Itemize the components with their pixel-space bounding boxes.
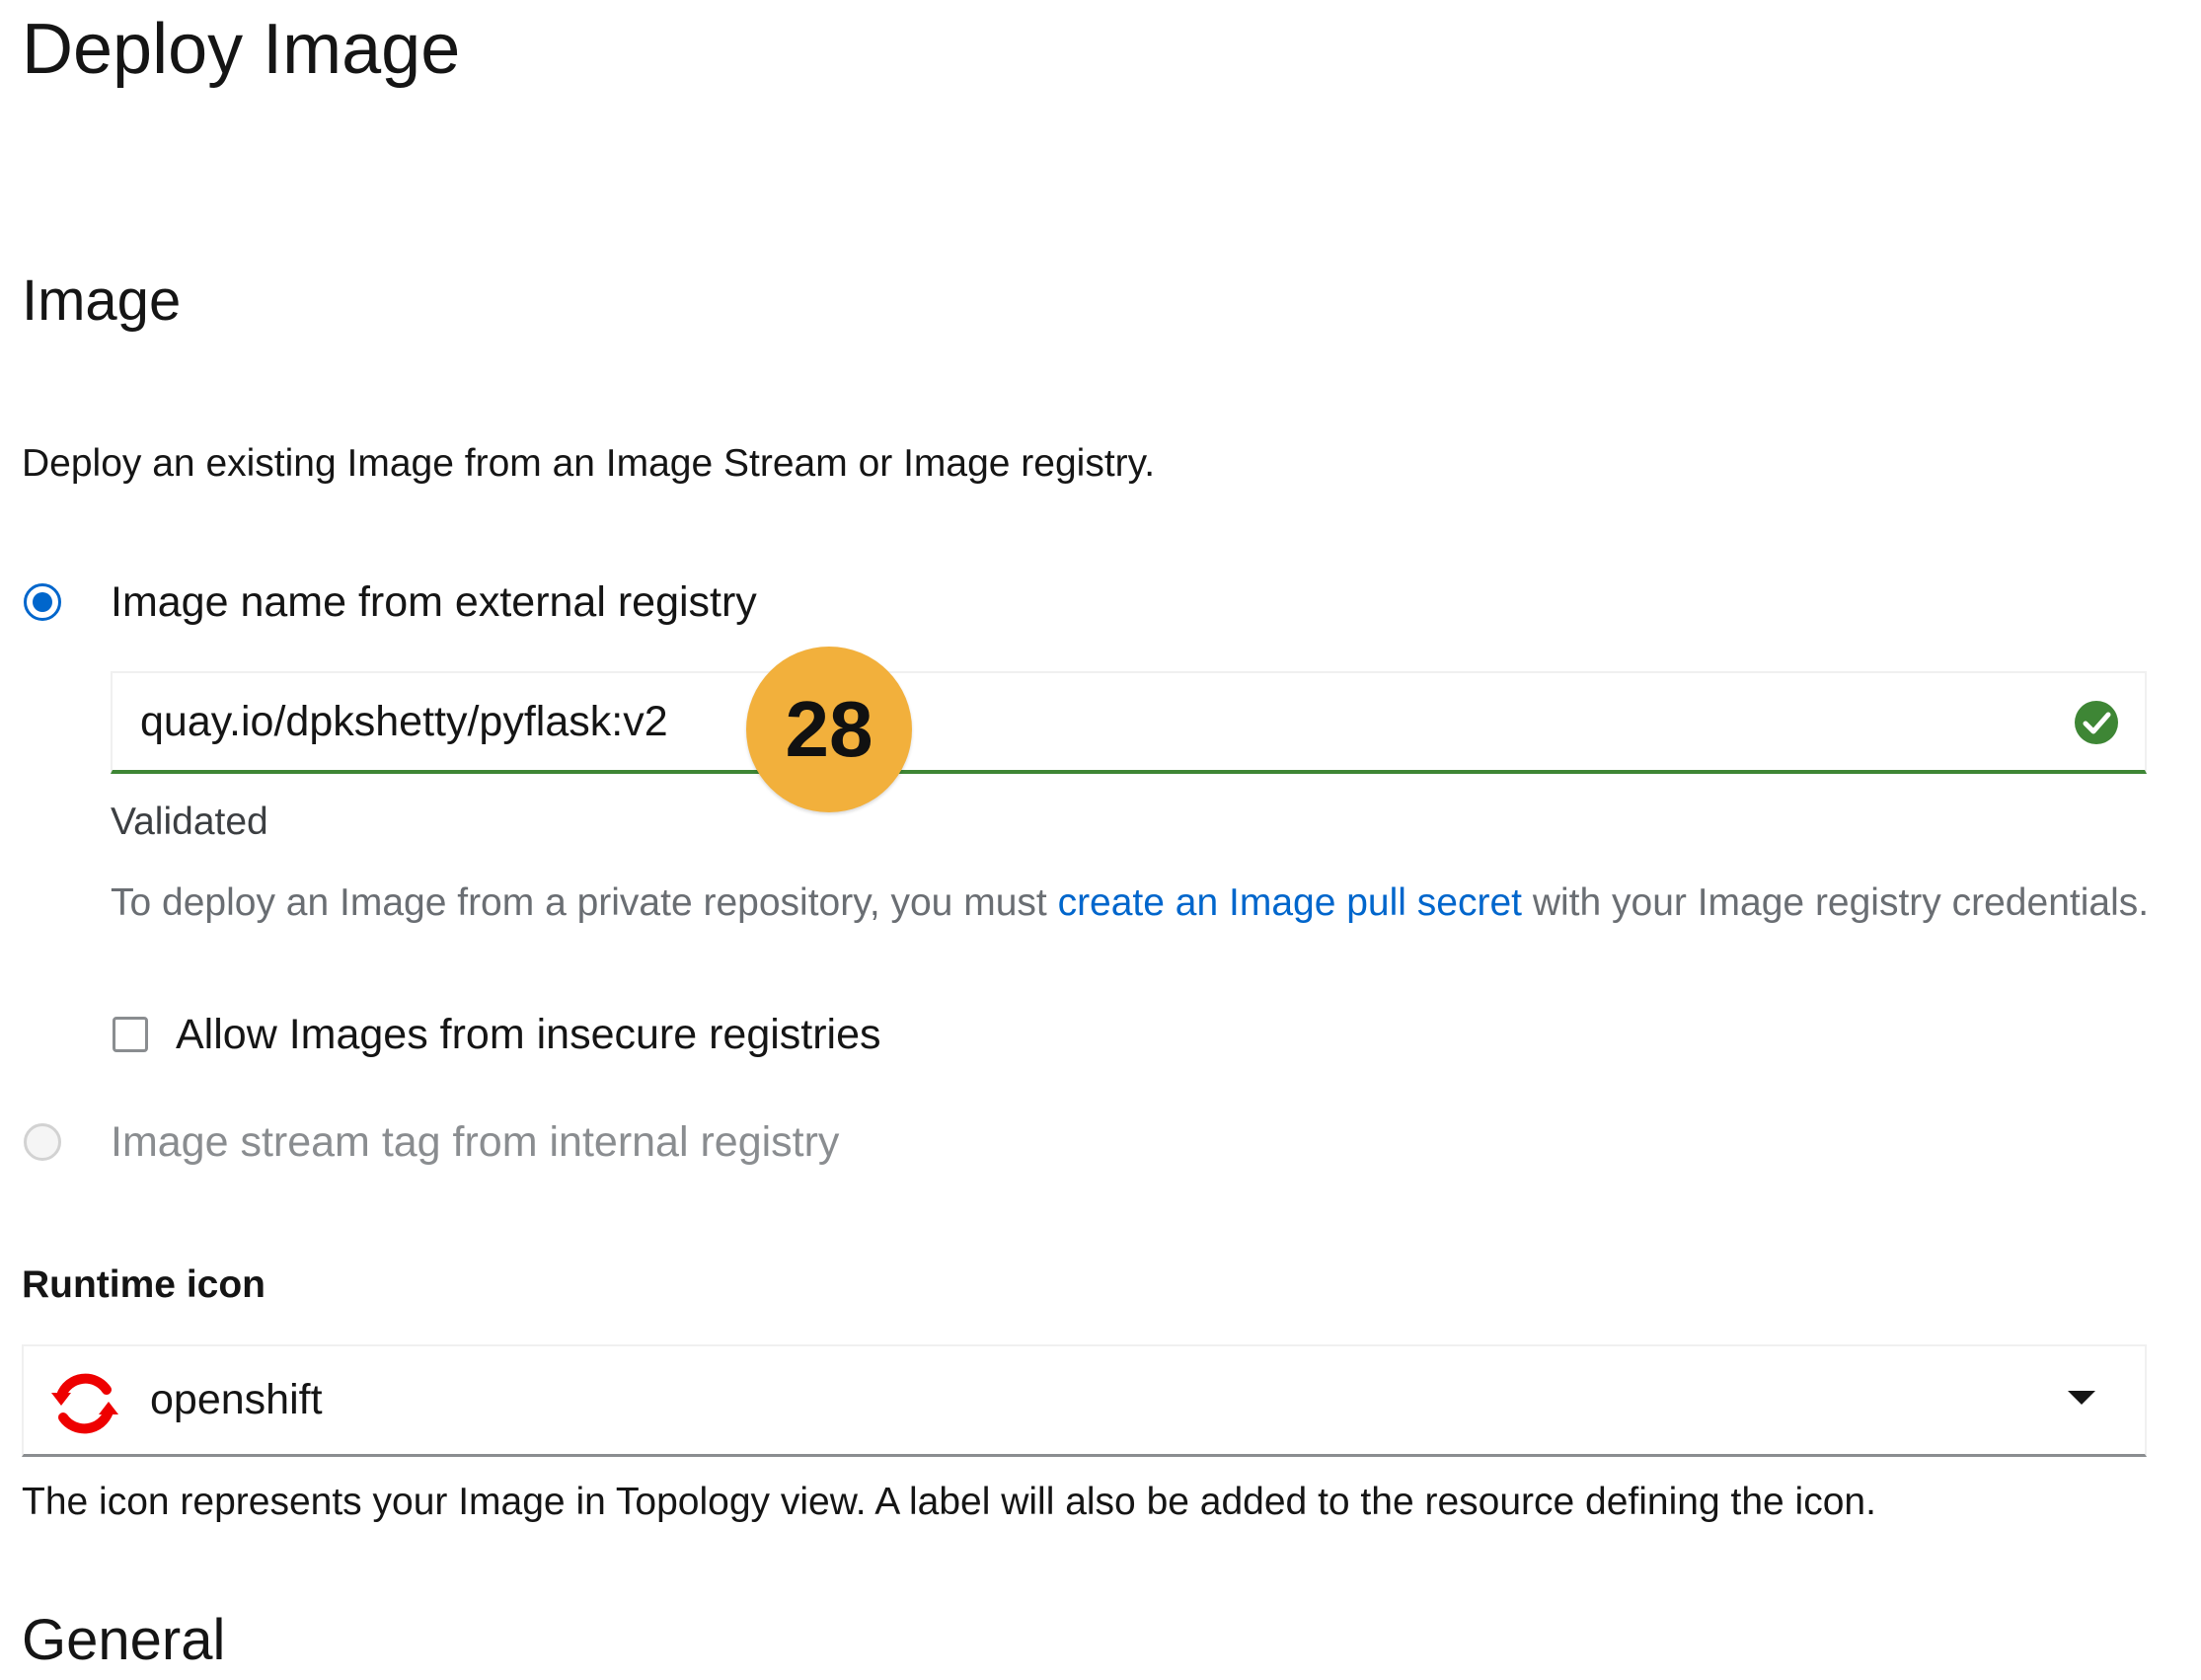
insecure-registries-label[interactable]: Allow Images from insecure registries xyxy=(176,1005,881,1064)
page-title: Deploy Image xyxy=(22,10,461,89)
section-title-general: General xyxy=(22,1608,226,1672)
openshift-icon xyxy=(51,1373,118,1434)
annotation-badge: 28 xyxy=(746,647,912,812)
image-name-input[interactable] xyxy=(140,687,2015,756)
private-repo-helper-text: To deploy an Image from a private reposi… xyxy=(111,871,2163,936)
helper-text-before: To deploy an Image from a private reposi… xyxy=(111,881,1058,924)
helper-text-after: with your Image registry credentials. xyxy=(1521,881,2150,924)
runtime-icon-label: Runtime icon xyxy=(22,1263,266,1306)
insecure-registries-checkbox[interactable] xyxy=(113,1017,148,1052)
caret-down-icon xyxy=(2068,1391,2095,1405)
radio-external-registry-label[interactable]: Image name from external registry xyxy=(111,573,757,632)
radio-external-registry[interactable] xyxy=(24,583,61,621)
runtime-icon-select[interactable]: openshift xyxy=(22,1344,2147,1457)
section-title-image: Image xyxy=(22,268,182,333)
runtime-icon-helper-text: The icon represents your Image in Topolo… xyxy=(22,1481,1876,1523)
runtime-icon-value: openshift xyxy=(150,1376,323,1423)
validation-text: Validated xyxy=(111,801,268,843)
radio-internal-registry-label[interactable]: Image stream tag from internal registry xyxy=(111,1112,839,1172)
check-circle-icon xyxy=(2075,701,2118,744)
image-name-input-group xyxy=(111,671,2147,774)
create-pull-secret-link[interactable]: create an Image pull secret xyxy=(1058,881,1522,924)
image-section-description: Deploy an existing Image from an Image S… xyxy=(22,442,1156,485)
radio-internal-registry[interactable] xyxy=(24,1123,61,1161)
